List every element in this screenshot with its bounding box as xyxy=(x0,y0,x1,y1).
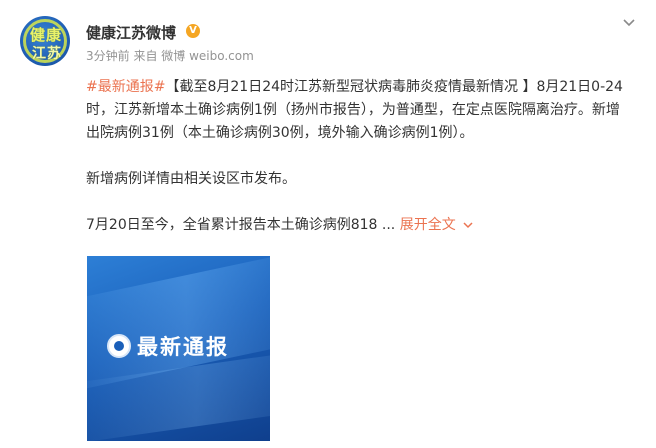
avatar-text-line2: 江苏 xyxy=(32,46,62,62)
post-body: #最新通报#【截至8月21日24时江苏新型冠状病毒肺炎疫情最新情况 】8月21日… xyxy=(86,76,626,237)
avatar-text-line1: 健康 xyxy=(30,26,63,44)
avatar[interactable]: 健康 江苏 xyxy=(20,16,70,66)
post-paragraph-1: #最新通报#【截至8月21日24时江苏新型冠状病毒肺炎疫情最新情况 】8月21日… xyxy=(86,76,626,145)
expand-label: 展开全文 xyxy=(399,217,456,233)
post-paragraph-3: 7月20日至今，全省累计报告本土确诊病例818 ... 展开全文 xyxy=(86,214,626,237)
post-truncated-text: 7月20日至今，全省累计报告本土确诊病例818 ... xyxy=(86,217,396,233)
post-headline-text: 【截至8月21日24时江苏新型冠状病毒肺炎疫情最新情况 】8月21日0-24时，… xyxy=(86,79,623,141)
emblem-icon xyxy=(107,334,131,358)
verified-badge-icon: V xyxy=(186,24,200,38)
topic-tag-link[interactable]: #最新通报# xyxy=(86,79,165,95)
chevron-down-icon[interactable] xyxy=(622,16,636,30)
account-name[interactable]: 健康江苏微博 xyxy=(86,22,176,43)
post-meta: 3分钟前 来自 微博 weibo.com xyxy=(86,49,254,63)
chevron-down-icon xyxy=(463,222,473,229)
expand-full-text-link[interactable]: 展开全文 xyxy=(400,217,474,233)
post-paragraph-2: 新增病例详情由相关设区市发布。 xyxy=(86,171,296,187)
post-image[interactable]: 最新通报 xyxy=(87,256,270,441)
image-title: 最新通报 xyxy=(137,335,229,359)
